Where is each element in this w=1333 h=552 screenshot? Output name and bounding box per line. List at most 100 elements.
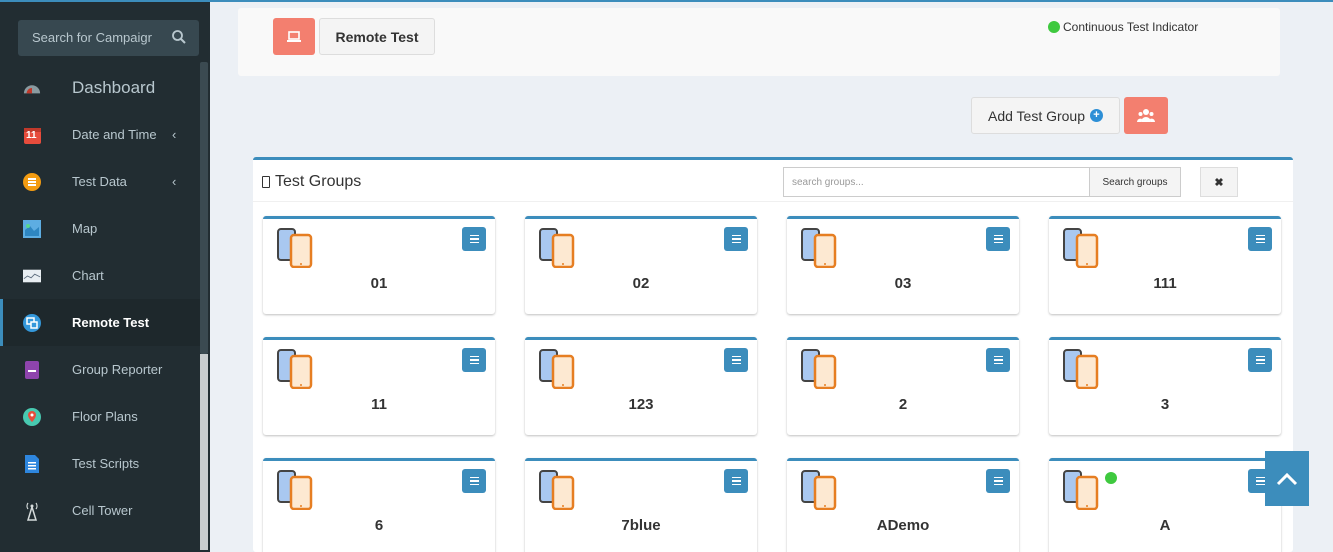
sidebar-item-date-and-time[interactable]: 11 Date and Time ‹ [0,111,200,158]
test-group-name: 02 [632,275,650,292]
menu-icon [469,359,479,361]
group-menu-button[interactable] [1248,227,1272,251]
calendar-icon: 11 [23,126,41,144]
sidebar-item-test-scripts[interactable]: Test Scripts [0,440,200,487]
devices-icon [277,470,313,511]
test-group-card[interactable]: A [1049,458,1281,552]
menu-icon [1255,234,1265,237]
test-group-name: 6 [374,517,384,534]
cell-tower-icon [23,502,41,521]
test-group-card[interactable]: 03 [787,216,1019,314]
menu-icon [731,483,741,486]
chevron-left-icon: ‹ [172,174,177,189]
menu-icon [1255,359,1265,361]
devices-icon [801,349,837,390]
chevron-left-icon: ‹ [172,127,177,142]
sidebar-item-label: Chart [72,268,104,283]
menu-icon [1255,355,1265,358]
group-menu-button[interactable] [462,469,486,493]
sidebar-item-label: Date and Time [72,127,157,142]
menu-icon [993,359,1003,361]
sidebar-item-label: Test Scripts [72,456,140,471]
sidebar-scrollbar-thumb[interactable] [200,62,208,354]
sidebar-item-test-data[interactable]: Test Data ‹ [0,158,200,205]
group-menu-button[interactable] [724,469,748,493]
test-group-name: 2 [898,396,908,413]
group-menu-button[interactable] [986,348,1010,372]
group-menu-button[interactable] [986,227,1010,251]
test-group-card[interactable]: 123 [525,337,757,435]
menu-icon [731,355,741,358]
menu-icon [469,476,479,479]
menu-icon [469,483,479,486]
menu-icon [1255,483,1265,486]
campaign-search-input[interactable]: Search for Campaigr [18,20,199,56]
report-icon [23,360,41,379]
sidebar-item-cell-tower[interactable]: Cell Tower [0,487,200,534]
test-group-card[interactable]: 02 [525,216,757,314]
sidebar-item-label: Floor Plans [72,409,138,424]
test-group-card[interactable]: 11 [263,337,495,435]
continuous-test-indicator: Continuous Test Indicator [1048,20,1198,34]
menu-icon [1255,480,1265,482]
devices-icon [277,228,313,269]
users-icon [1137,108,1155,122]
test-group-card[interactable]: 01 [263,216,495,314]
scroll-to-top-button[interactable] [1265,451,1309,506]
test-groups-title: Test Groups [262,173,361,191]
test-group-card[interactable]: 6 [263,458,495,552]
test-group-card[interactable]: 7blue [525,458,757,552]
sidebar-scrollbar-track[interactable] [200,354,208,550]
devices-icon [801,228,837,269]
remote-test-icon [23,313,41,332]
location-pin-icon [23,407,41,426]
add-test-group-label: Add Test Group [987,107,1086,124]
sidebar-item-floor-plans[interactable]: Floor Plans [0,393,200,440]
sidebar-nav: Dashboard 11 Date and Time ‹ Test Data ‹… [0,64,200,534]
campaign-search-placeholder: Search for Campaigr [32,30,152,45]
group-menu-button[interactable] [986,469,1010,493]
test-group-card[interactable]: 111 [1049,216,1281,314]
menu-icon [731,238,741,240]
clear-search-button[interactable]: ✖ [1200,167,1238,197]
add-test-group-button[interactable]: Add Test Group + [971,97,1120,134]
sidebar-item-group-reporter[interactable]: Group Reporter [0,346,200,393]
sidebar-item-dashboard[interactable]: Dashboard [0,64,200,111]
menu-icon [469,362,479,365]
group-menu-button[interactable] [462,348,486,372]
test-group-card[interactable]: 3 [1049,337,1281,435]
menu-icon [731,476,741,479]
menu-icon [1255,476,1265,479]
devices-icon [539,470,575,511]
group-menu-button[interactable] [724,227,748,251]
remote-test-button[interactable]: Remote Test [319,18,435,55]
remote-test-icon-button[interactable] [273,18,315,55]
search-icon[interactable] [171,29,187,45]
menu-icon [993,241,1003,244]
test-group-name: 7blue [621,517,661,534]
group-menu-button[interactable] [724,348,748,372]
group-menu-button[interactable] [462,227,486,251]
test-group-name: 3 [1160,396,1170,413]
search-groups-button[interactable]: Search groups [1089,167,1181,197]
test-group-card[interactable]: ADemo [787,458,1019,552]
green-dot-icon [1048,21,1060,33]
laptop-icon [287,30,301,42]
sidebar-item-remote-test[interactable]: Remote Test [0,299,200,346]
sidebar-item-chart[interactable]: Chart [0,252,200,299]
sidebar-item-label: Test Data [72,174,127,189]
sidebar-item-map[interactable]: Map [0,205,200,252]
group-menu-button[interactable] [1248,348,1272,372]
menu-icon [731,480,741,482]
users-button[interactable] [1124,97,1168,134]
menu-icon [993,483,1003,486]
sidebar: Search for Campaigr Dashboard 11 Date an… [0,2,210,552]
menu-icon [469,234,479,237]
menu-icon [731,234,741,237]
menu-icon [993,362,1003,365]
menu-icon [469,480,479,482]
sidebar-item-label: Group Reporter [72,362,163,377]
chevron-up-icon [1276,472,1298,485]
search-groups-input[interactable]: search groups... [783,167,1090,197]
test-group-card[interactable]: 2 [787,337,1019,435]
